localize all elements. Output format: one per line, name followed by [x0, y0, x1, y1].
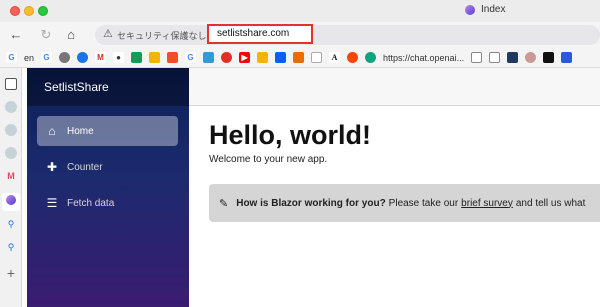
app-bookmark-icon[interactable] [203, 52, 215, 63]
search-tab-icon[interactable]: ⚲ [5, 241, 17, 253]
pages-bookmark-icon[interactable] [149, 52, 161, 63]
brand-name[interactable]: SetlistShare [44, 80, 109, 94]
apple-bookmark-icon[interactable]: ● [113, 52, 125, 63]
reddit-bookmark-icon[interactable] [347, 52, 359, 63]
chatgpt-bookmark-icon[interactable] [365, 52, 377, 63]
bookmarks-bar: G en G M ● G ▶ A https://chat.openai... [0, 48, 600, 68]
home-icon: ⌂ [48, 124, 56, 138]
blazor-favicon-icon [465, 4, 475, 15]
address-bar[interactable]: ⚠ セキュリティ保護なし setlistshare.com [95, 24, 600, 45]
page-bookmark-icon[interactable] [471, 52, 483, 63]
close-window-button[interactable] [10, 6, 20, 16]
google-bookmark-icon[interactable]: G [6, 52, 17, 63]
url-text: setlistshare.com [217, 28, 290, 39]
tab-avatar-icon[interactable] [5, 101, 17, 113]
app-sidebar: SetlistShare ⌂ Home ✚ Counter ☰ Fetch da… [27, 68, 189, 307]
google-bookmark-icon[interactable]: G [185, 52, 197, 63]
survey-prompt: ✎ How is Blazor working for you? Please … [209, 184, 600, 222]
browser-toolbar: ← ↻ ⌂ ⚠ セキュリティ保護なし setlistshare.com [0, 22, 600, 48]
search-tab-icon[interactable]: ⚲ [5, 218, 17, 230]
reload-icon[interactable]: ↻ [38, 27, 54, 43]
tab-avatar-icon[interactable] [5, 124, 17, 136]
warning-icon: ⚠ [103, 28, 113, 40]
profile-bookmark-icon[interactable] [77, 52, 89, 63]
youtube-bookmark-icon[interactable]: ▶ [239, 52, 251, 63]
nav-item-home[interactable]: ⌂ Home [37, 116, 178, 146]
app-bookmark-icon[interactable] [507, 52, 519, 63]
vertical-tab-strip: M ⚲ ⚲ + [0, 68, 22, 307]
bookmark-label-en[interactable]: en [24, 53, 34, 63]
book-bookmark-icon[interactable] [293, 52, 305, 63]
page-title: Hello, world! [209, 120, 371, 150]
active-tab-icon[interactable] [2, 193, 20, 211]
music-bookmark-icon[interactable] [221, 52, 233, 63]
microsoft-bookmark-icon[interactable] [167, 52, 179, 63]
box-bookmark-icon[interactable] [275, 52, 287, 63]
bookmark-label-chat[interactable]: https://chat.openai... [383, 53, 464, 63]
survey-pre-link: Please take our [388, 197, 459, 209]
minimize-window-button[interactable] [24, 6, 34, 16]
note-bookmark-icon[interactable] [257, 52, 269, 63]
survey-post-link: and tell us what [515, 197, 586, 209]
nav-item-counter[interactable]: ✚ Counter [37, 152, 178, 182]
app-bookmark-icon[interactable] [543, 52, 555, 63]
home-button-icon[interactable]: ⌂ [63, 27, 79, 43]
security-status-label: セキュリティ保護なし [117, 31, 207, 41]
m-tab-icon[interactable]: M [5, 170, 17, 182]
pencil-icon: ✎ [219, 197, 229, 210]
survey-link[interactable]: brief survey [461, 198, 513, 209]
tab-title-label: Index [481, 4, 506, 15]
nav-label: Home [67, 125, 94, 137]
tab-avatar-icon[interactable] [5, 147, 17, 159]
zoom-window-button[interactable] [38, 6, 48, 16]
active-tab[interactable]: Index [465, 4, 505, 15]
sidebar-toggle-icon[interactable] [5, 78, 17, 90]
gmail-bookmark-icon[interactable]: M [95, 52, 107, 63]
nav-label: Counter [67, 161, 103, 173]
new-tab-plus-icon[interactable]: + [5, 266, 17, 280]
plus-icon: ✚ [46, 160, 58, 174]
nav-label: Fetch data [67, 197, 115, 209]
doc-bookmark-icon[interactable] [311, 52, 323, 63]
avatar-bookmark-icon[interactable] [525, 52, 537, 63]
welcome-text: Welcome to your new app. [209, 154, 328, 165]
app-bookmark-icon[interactable] [561, 52, 573, 63]
nav-item-fetch-data[interactable]: ☰ Fetch data [37, 188, 178, 218]
survey-question: How is Blazor working for you? [236, 197, 386, 209]
brand-header: SetlistShare [27, 68, 189, 106]
google-bookmark-icon[interactable]: G [41, 52, 53, 63]
url-field[interactable]: setlistshare.com [207, 24, 313, 44]
chrome-bookmark-icon[interactable] [59, 52, 71, 63]
top-row [189, 68, 600, 106]
font-bookmark-icon[interactable]: A [329, 52, 341, 63]
drive-bookmark-icon[interactable] [131, 52, 143, 63]
main-content: Hello, world! Welcome to your new app. ✎… [189, 68, 600, 307]
page-bookmark-icon[interactable] [489, 52, 501, 63]
window-titlebar: Index [0, 0, 600, 22]
list-icon: ☰ [46, 196, 58, 210]
back-arrow-icon[interactable]: ← [8, 27, 24, 43]
